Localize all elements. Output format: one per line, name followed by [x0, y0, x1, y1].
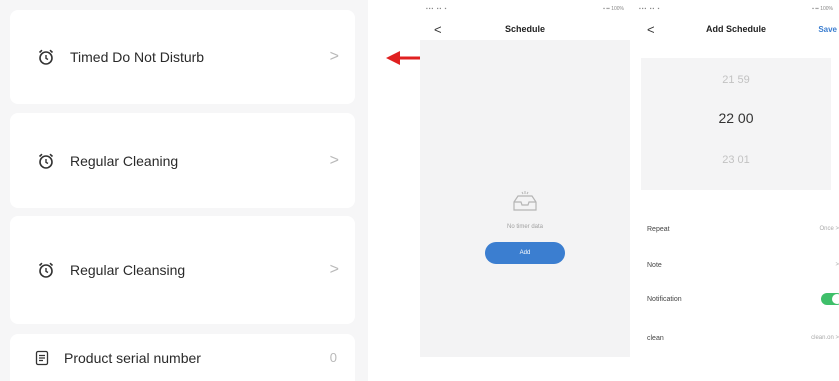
chevron-right-icon: > [329, 48, 339, 65]
row-value: > [835, 262, 839, 268]
status-left: ▪▪▪ ▪▪ ▪ [426, 6, 448, 12]
alarm-clock-icon [36, 260, 56, 280]
item-label: Product serial number [64, 349, 201, 366]
notification-row: Notification [647, 292, 839, 306]
settings-list: Timed Do Not Disturb > Regular Cleaning … [0, 0, 368, 381]
save-button[interactable]: Save [818, 25, 837, 34]
empty-state: No timer data Add [420, 40, 630, 357]
back-button[interactable]: < [647, 22, 655, 37]
empty-tray-icon [513, 191, 537, 211]
row-label: Note [647, 261, 662, 269]
row-label: Notification [647, 295, 682, 303]
notification-toggle[interactable] [821, 293, 839, 305]
status-bar: ▪▪▪ ▪▪ ▪ ▪ ▪▪ 100% [420, 0, 630, 18]
item-label: Regular Cleansing [70, 262, 186, 278]
page-title: Add Schedule [705, 24, 766, 34]
nav-bar: < Add Schedule Save [633, 18, 839, 40]
row-label: clean [647, 334, 664, 342]
item-label: Timed Do Not Disturb [70, 49, 205, 65]
alarm-clock-icon [36, 151, 56, 171]
status-bar: ▪▪▪ ▪▪ ▪ ▪ ▪▪ 100% [633, 0, 839, 18]
document-icon [32, 348, 52, 368]
row-label: Repeat [647, 225, 670, 233]
item-label: Regular Cleaning [70, 152, 179, 169]
alarm-clock-icon [36, 47, 56, 67]
picker-selected-time: 22 00 [718, 110, 754, 126]
back-button[interactable]: < [434, 22, 442, 37]
regular-cleaning-item[interactable]: Regular Cleaning > [10, 113, 355, 208]
serial-number-value: 0 [329, 350, 337, 365]
toggle-knob [832, 294, 839, 304]
chevron-right-icon: > [329, 151, 339, 169]
empty-message: No timer data [506, 224, 543, 230]
status-right: ▪ ▪▪ 100% [812, 6, 833, 12]
status-right: ▪ ▪▪ 100% [603, 6, 624, 12]
schedule-screen: ▪▪▪ ▪▪ ▪ ▪ ▪▪ 100% < Schedule No timer d… [420, 0, 630, 357]
regular-cleansing-item[interactable]: Regular Cleansing > [10, 216, 355, 324]
page-title: Schedule [504, 24, 545, 34]
picker-next-time: 23 01 [722, 154, 750, 166]
repeat-row[interactable]: Repeat Once > [647, 222, 839, 236]
screenshot-canvas: Timed Do Not Disturb > Regular Cleaning … [0, 0, 839, 381]
product-serial-number-item[interactable]: Product serial number 0 [10, 334, 355, 381]
row-value: clean.on > [811, 335, 839, 341]
row-value: Once > [819, 226, 839, 232]
timed-do-not-disturb-item[interactable]: Timed Do Not Disturb > [10, 10, 355, 104]
clean-row[interactable]: clean clean.on > [647, 331, 839, 345]
picker-prev-time: 21 59 [722, 74, 750, 86]
nav-bar: < Schedule [420, 18, 630, 40]
chevron-right-icon: > [329, 261, 339, 278]
add-schedule-screen: ▪▪▪ ▪▪ ▪ ▪ ▪▪ 100% < Add Schedule Save 2… [633, 0, 839, 357]
add-button[interactable]: Add [485, 242, 565, 264]
time-picker[interactable]: 21 59 22 00 23 01 [641, 58, 831, 190]
status-left: ▪▪▪ ▪▪ ▪ [639, 6, 661, 12]
note-row[interactable]: Note > [647, 258, 839, 272]
